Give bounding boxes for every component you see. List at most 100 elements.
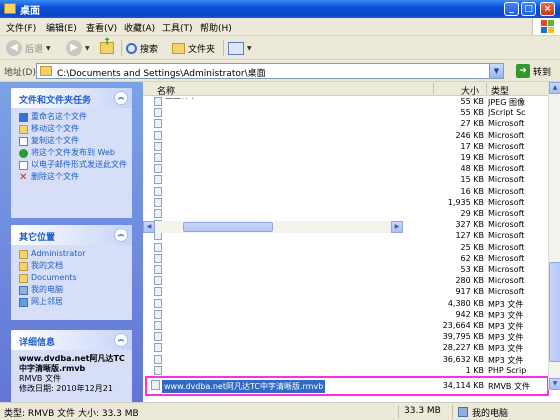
window-title: 桌面: [20, 6, 40, 17]
task-label: 删除这个文件: [31, 172, 79, 181]
up-folder-icon: ↑: [100, 37, 114, 54]
menu-favorites[interactable]: 收藏(A): [124, 21, 155, 34]
file-icon: [154, 108, 162, 118]
selected-file-row[interactable]: www.dvdba.net阿凡达TC中字清晰版.rmvb 34,114 KB R…: [143, 376, 549, 398]
horizontal-scrollbar[interactable]: ◀ ▶: [143, 221, 403, 233]
column-divider[interactable]: [433, 83, 434, 94]
file-size: 15 KB: [460, 175, 484, 185]
file-size: 942 KB: [455, 309, 484, 319]
search-icon: [126, 42, 137, 54]
selected-file-name[interactable]: www.dvdba.net阿凡达TC中字清晰版.rmvb: [162, 380, 326, 393]
details-modified: 修改日期: 2010年12月21: [19, 384, 113, 393]
file-icon: [154, 354, 162, 364]
file-size: 28,227 KB: [442, 343, 484, 353]
collapse-icon[interactable]: ︽: [114, 91, 128, 105]
other-places-header[interactable]: 其它位置 ︽: [11, 225, 132, 245]
file-size: 55 KB: [460, 97, 484, 106]
go-button[interactable]: ➜ 转到: [516, 63, 551, 79]
address-field[interactable]: C:\Documents and Settings\Administrator\…: [36, 63, 504, 79]
menu-view[interactable]: 查看(V): [86, 21, 117, 34]
menu-file[interactable]: 文件(F): [6, 21, 36, 34]
scroll-down-button[interactable]: ▼: [549, 378, 560, 390]
move-icon: [19, 125, 28, 134]
task-label: 将这个文件发布到 Web: [31, 148, 115, 157]
file-type: Microsoft: [488, 265, 525, 274]
address-dropdown-button[interactable]: ▼: [489, 64, 503, 78]
menu-tools[interactable]: 工具(T): [162, 21, 193, 34]
place-documents[interactable]: Documents: [19, 273, 128, 283]
collapse-icon[interactable]: ︽: [114, 333, 128, 347]
file-tasks-header[interactable]: 文件和文件夹任务 ︽: [11, 88, 132, 108]
folder-icon: [4, 3, 16, 14]
place-administrator[interactable]: Administrator: [19, 249, 128, 259]
vertical-scrollbar[interactable]: ▲ ▼: [548, 82, 560, 390]
menu-edit[interactable]: 编辑(E): [46, 21, 77, 34]
back-arrow-icon: ◀: [6, 40, 22, 56]
chevron-down-icon: ▼: [85, 44, 90, 52]
place-my-documents[interactable]: 我的文档: [19, 261, 128, 271]
vertical-scroll-thumb[interactable]: [549, 262, 560, 362]
task-move[interactable]: 移动这个文件: [19, 124, 128, 134]
up-folder-button[interactable]: ↑: [100, 37, 114, 57]
file-size: 36,632 KB: [442, 354, 484, 364]
file-size: 246 KB: [455, 130, 484, 140]
views-button[interactable]: ▼: [228, 39, 252, 57]
other-places-title: 其它位置: [19, 233, 56, 243]
place-label: Documents: [31, 273, 77, 282]
status-divider: [398, 405, 399, 419]
back-button[interactable]: ◀ 后退 ▼: [6, 39, 51, 57]
scroll-left-button[interactable]: ◀: [143, 221, 155, 233]
task-email[interactable]: 以电子邮件形式发送此文件: [19, 160, 128, 170]
task-copy[interactable]: 复制这个文件: [19, 136, 128, 146]
scroll-up-button[interactable]: ▲: [549, 82, 560, 94]
file-icon: [154, 332, 162, 342]
forward-button[interactable]: ▶ ▼: [66, 39, 90, 57]
place-network[interactable]: 网上邻居: [19, 297, 128, 307]
file-size: 327 KB: [455, 220, 484, 230]
details-file-name: www.dvdba.net阿凡达TC中字清晰版.rmvb: [19, 354, 125, 373]
globe-icon: [19, 149, 28, 158]
menu-help[interactable]: 帮助(H): [200, 21, 232, 34]
folder-icon: [19, 250, 28, 259]
toolbar-separator: [121, 40, 122, 56]
collapse-icon[interactable]: ︽: [114, 228, 128, 242]
horizontal-scroll-thumb[interactable]: [183, 222, 273, 232]
file-size: 48 KB: [460, 164, 484, 174]
file-tasks-panel: 文件和文件夹任务 ︽ 重命名这个文件 移动这个文件 复制这个文件 将这个文件发布…: [11, 88, 132, 218]
file-list: 名称 大小 类型 画面转向.jpg55 KBJPEG 图像jquery.js55…: [143, 82, 560, 402]
address-label: 地址(D): [4, 68, 36, 78]
file-icon: [154, 321, 162, 330]
file-tasks-title: 文件和文件夹任务: [19, 96, 92, 106]
scroll-right-button[interactable]: ▶: [391, 221, 403, 233]
minimize-button[interactable]: _: [504, 2, 519, 16]
file-size: 55 KB: [460, 108, 484, 118]
file-type: Microsoft: [488, 130, 525, 140]
file-type: Microsoft: [488, 186, 525, 196]
close-button[interactable]: ×: [540, 2, 555, 16]
task-delete[interactable]: ✕ 删除这个文件: [19, 172, 128, 183]
folders-button[interactable]: 文件夹: [172, 39, 215, 57]
file-icon: [154, 141, 162, 151]
search-button[interactable]: 搜索: [126, 39, 158, 57]
file-icon: [154, 119, 162, 129]
task-publish-web[interactable]: 将这个文件发布到 Web: [19, 148, 128, 158]
maximize-button[interactable]: □: [521, 2, 536, 16]
place-label: 我的电脑: [31, 285, 63, 294]
place-my-computer[interactable]: 我的电脑: [19, 285, 128, 295]
details-header[interactable]: 详细信息 ︽: [11, 330, 132, 350]
file-type: JScript Sc: [488, 108, 526, 118]
network-icon: [19, 298, 28, 307]
address-path[interactable]: C:\Documents and Settings\Administrator\…: [57, 66, 266, 79]
status-divider: [452, 405, 453, 419]
column-divider[interactable]: [486, 83, 487, 94]
file-icon: [154, 265, 162, 274]
file-type: Microsoft: [488, 164, 525, 174]
details-panel: 详细信息 ︽ www.dvdba.net阿凡达TC中字清晰版.rmvb RMVB…: [11, 330, 132, 402]
folders-icon: [172, 42, 185, 54]
file-icon: [154, 153, 162, 162]
task-label: 以电子邮件形式发送此文件: [31, 160, 127, 169]
file-size: 29 KB: [460, 209, 484, 218]
file-size: 16 KB: [460, 186, 484, 196]
task-rename[interactable]: 重命名这个文件: [19, 112, 128, 122]
file-size: 17 KB: [460, 141, 484, 151]
